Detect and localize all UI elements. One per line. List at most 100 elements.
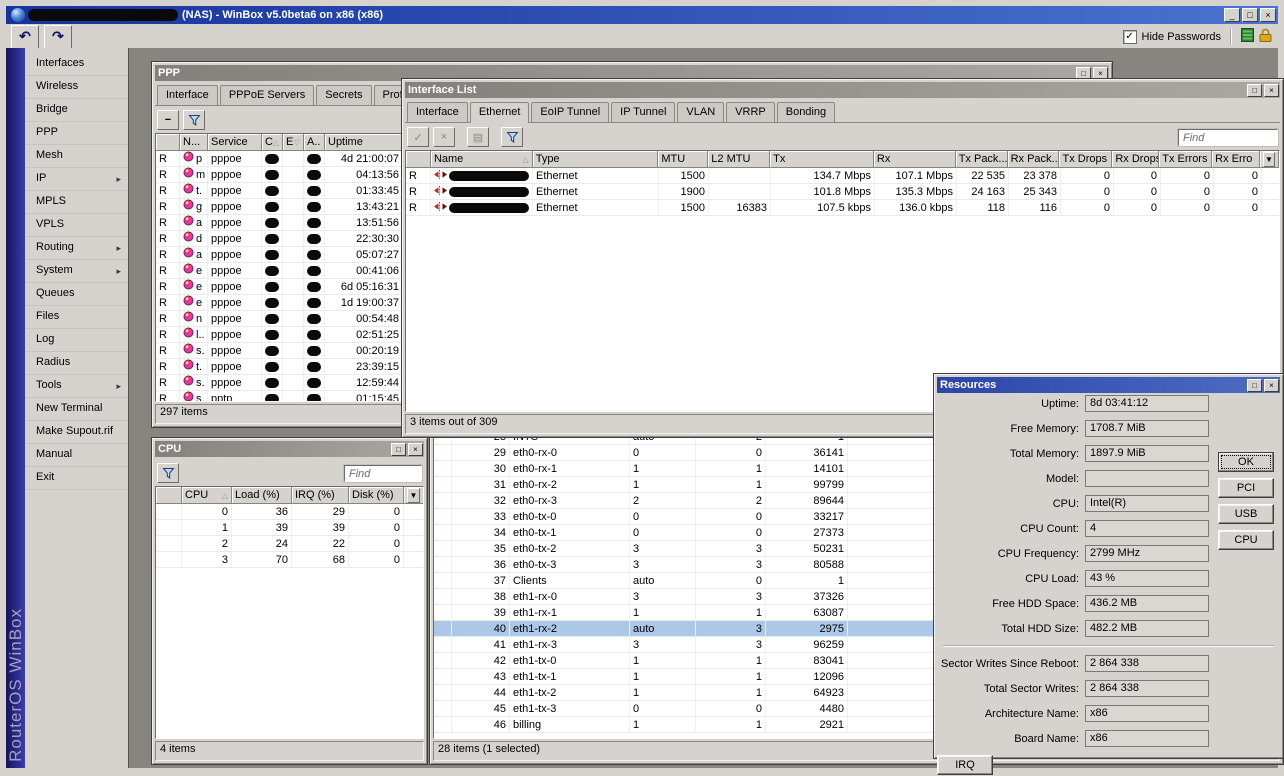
col-caller-id[interactable]: C△ <box>262 134 283 151</box>
redo-button[interactable]: ↷ <box>44 25 72 49</box>
col-type[interactable]: Type <box>533 151 659 168</box>
resources-action-button[interactable]: USB <box>1218 504 1274 524</box>
column-picker-icon[interactable]: ▼ <box>407 488 420 503</box>
filter-funnel-icon[interactable] <box>183 110 205 130</box>
service-cell: pppoe <box>208 279 262 294</box>
sidebar-item[interactable]: IP ▸ <box>25 168 128 191</box>
rx-drops-cell: 0 <box>1114 168 1161 183</box>
resources-action-button[interactable]: PCI <box>1218 478 1274 498</box>
interface-list-tab[interactable]: Ethernet <box>470 102 530 123</box>
col-rx[interactable]: Rx <box>874 151 956 168</box>
rx-packets-cell: 25 343 <box>1009 184 1061 199</box>
ppp-tab[interactable]: Secrets <box>316 85 371 105</box>
interface-table-row[interactable]: R Ethernet 1900 101.8 Mbps 135.3 Mbps 24… <box>406 184 1279 200</box>
undo-button[interactable]: ↶ <box>11 25 39 49</box>
interface-list-tab[interactable]: EoIP Tunnel <box>531 102 609 122</box>
cpu-table-row[interactable]: 1 39 39 0 <box>156 520 423 536</box>
col-tx-drops[interactable]: Tx Drops <box>1059 151 1112 168</box>
col-rx-drops[interactable]: Rx Drops <box>1112 151 1159 168</box>
interface-list-tab[interactable]: IP Tunnel <box>611 102 675 122</box>
resources-action-button[interactable]: OK <box>1218 452 1274 472</box>
resources-action-button[interactable]: CPU <box>1218 530 1274 550</box>
column-picker-icon[interactable]: ▼ <box>1263 152 1275 167</box>
col-name[interactable]: N... <box>180 134 208 151</box>
col-name[interactable]: Name△ <box>431 151 533 168</box>
enable-button[interactable]: ✓ <box>407 127 429 147</box>
irq-cell: 39 <box>292 520 349 535</box>
interface-list-tab[interactable]: Interface <box>407 102 468 122</box>
restore-button[interactable]: □ <box>1242 8 1258 22</box>
col-disk[interactable]: Disk (%) <box>349 487 404 504</box>
ppp-tab[interactable]: Interface <box>157 85 218 105</box>
cpu-find-input[interactable]: Find <box>344 465 422 482</box>
interface-list-tab[interactable]: VRRP <box>726 102 775 122</box>
col-address[interactable]: A.. <box>304 134 325 151</box>
ppp-tab[interactable]: PPPoE Servers <box>220 85 314 105</box>
sidebar-item[interactable]: MPLS <box>25 191 128 214</box>
cpu-restore-button[interactable]: □ <box>391 443 406 456</box>
col-rx-packets[interactable]: Rx Pack... <box>1008 151 1060 168</box>
col-service[interactable]: Service <box>208 134 262 151</box>
interface-list-tab[interactable]: VLAN <box>677 102 724 122</box>
comment-button[interactable]: ▤ <box>467 127 489 147</box>
col-cpu[interactable]: CPU△ <box>182 487 232 504</box>
il-restore-button[interactable]: □ <box>1247 84 1262 97</box>
resources-titlebar[interactable]: Resources □ × <box>937 377 1280 393</box>
sidebar-item[interactable]: New Terminal <box>25 398 128 421</box>
sidebar-item[interactable]: Interfaces <box>25 53 128 76</box>
sidebar-item[interactable]: VPLS <box>25 214 128 237</box>
resources-action-button[interactable]: IRQ <box>937 755 993 775</box>
remove-button[interactable]: − <box>157 110 179 130</box>
filter-funnel-icon[interactable] <box>157 463 179 483</box>
sidebar-item[interactable]: Radius <box>25 352 128 375</box>
col-flag[interactable] <box>156 134 180 151</box>
il-close-button[interactable]: × <box>1264 84 1279 97</box>
col-mtu[interactable]: MTU <box>658 151 708 168</box>
flag-cell <box>434 605 452 620</box>
col-irq[interactable]: IRQ (%) <box>292 487 349 504</box>
minimize-button[interactable]: _ <box>1224 8 1240 22</box>
hide-passwords-label[interactable]: Hide Passwords <box>1142 31 1221 43</box>
cpu-close-button[interactable]: × <box>408 443 423 456</box>
col-tx-packets[interactable]: Tx Pack... <box>956 151 1008 168</box>
cpu-table-row[interactable]: 0 36 29 0 <box>156 504 423 520</box>
col-tx[interactable]: Tx <box>770 151 874 168</box>
hide-passwords-checkbox[interactable]: ✓ <box>1123 30 1137 44</box>
sidebar-item[interactable]: Queues <box>25 283 128 306</box>
cpu-table-row[interactable]: 2 24 22 0 <box>156 536 423 552</box>
cpu-table-row[interactable]: 3 70 68 0 <box>156 552 423 568</box>
col-rx-errors[interactable]: Rx Erro <box>1212 151 1260 168</box>
app-titlebar[interactable]: (NAS) - WinBox v5.0beta6 on x86 (x86) _ … <box>6 6 1278 24</box>
resources-close-button[interactable]: × <box>1264 379 1279 392</box>
col-l2mtu[interactable]: L2 MTU <box>708 151 770 168</box>
col-encoding[interactable]: E▽ <box>283 134 304 151</box>
resources-restore-button[interactable]: □ <box>1247 379 1262 392</box>
sidebar-item[interactable]: Make Supout.rif <box>25 421 128 444</box>
interface-list-tab[interactable]: Bonding <box>777 102 835 122</box>
sidebar-item[interactable]: Wireless <box>25 76 128 99</box>
sidebar-item[interactable]: Mesh <box>25 145 128 168</box>
sidebar-item[interactable]: Routing ▸ <box>25 237 128 260</box>
col-load[interactable]: Load (%) <box>232 487 292 504</box>
sidebar-item[interactable]: Files <box>25 306 128 329</box>
sidebar-item[interactable]: PPP <box>25 122 128 145</box>
cpu-titlebar[interactable]: CPU □ × <box>155 441 424 457</box>
col-flag[interactable] <box>406 151 431 168</box>
sidebar-item[interactable]: System ▸ <box>25 260 128 283</box>
col-flag[interactable] <box>156 487 182 504</box>
sidebar-item[interactable]: Manual <box>25 444 128 467</box>
interface-table-row[interactable]: R Ethernet 1500 16383 107.5 kbps 136.0 k… <box>406 200 1279 216</box>
col-tx-errors[interactable]: Tx Errors <box>1159 151 1212 168</box>
close-button[interactable]: × <box>1260 8 1276 22</box>
resource-field-label: Total HDD Size: <box>937 623 1085 635</box>
filter-funnel-icon[interactable] <box>501 127 523 147</box>
sidebar-item[interactable]: Exit <box>25 467 128 490</box>
col-uptime[interactable]: Uptime <box>325 134 403 151</box>
interface-list-titlebar[interactable]: Interface List □ × <box>405 82 1280 98</box>
disable-button[interactable]: × <box>433 127 455 147</box>
interface-table-row[interactable]: R Ethernet 1500 134.7 Mbps 107.1 Mbps 22… <box>406 168 1279 184</box>
interface-find-input[interactable]: Find <box>1178 129 1278 146</box>
sidebar-item[interactable]: Log <box>25 329 128 352</box>
sidebar-item[interactable]: Bridge <box>25 99 128 122</box>
sidebar-item[interactable]: Tools ▸ <box>25 375 128 398</box>
